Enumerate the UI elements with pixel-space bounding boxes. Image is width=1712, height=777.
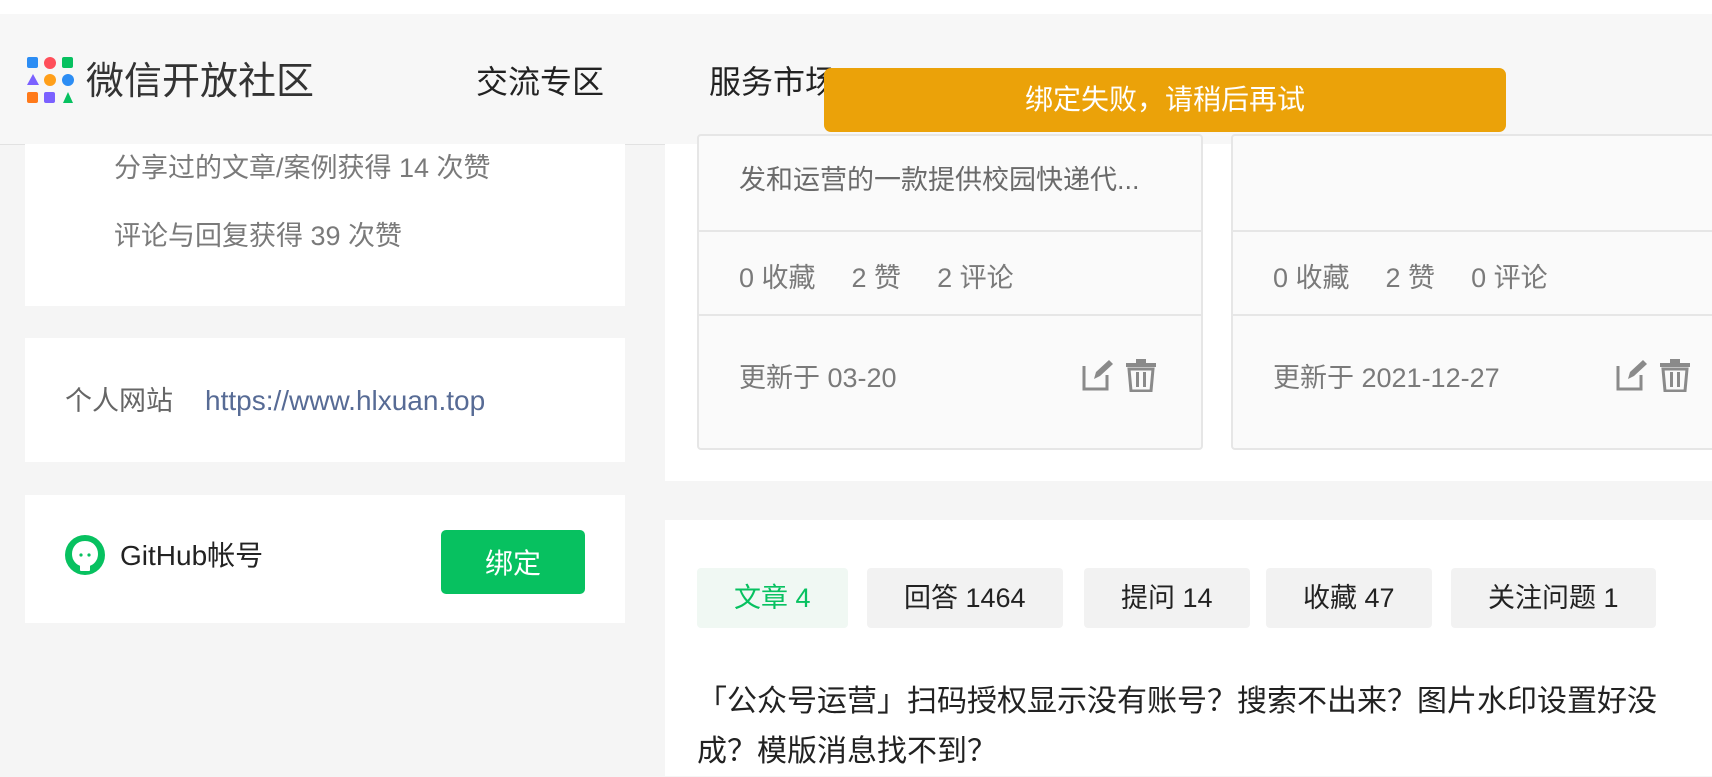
edit-icon[interactable] — [1081, 358, 1113, 392]
article-title-link[interactable]: 「公众号运营」扫码授权显示没有账号？搜索不出来？图片水印设置好没成？模版消息找不… — [697, 677, 1712, 777]
shared-likes-text: 分享过的文章/案例获得 14 次赞 — [114, 153, 491, 183]
browser-top-strip — [0, 0, 1712, 15]
project-stats: 0 收藏 2 赞 2 评论 — [739, 260, 1050, 296]
project-stats: 0 收藏 2 赞 0 评论 — [1273, 260, 1584, 296]
bind-failed-toast: 绑定失败，请稍后再试 — [824, 68, 1506, 132]
project-updated-date: 更新于 2021-12-27 — [1273, 363, 1500, 393]
likes-count: 2 赞 — [851, 263, 902, 293]
nav-item-exchange[interactable]: 交流专区 — [476, 60, 604, 104]
comments-count: 2 评论 — [937, 263, 1014, 293]
projects-panel: 发和运营的一款提供校园快递代... 0 收藏 2 赞2 评论 更新于 03-20 … — [665, 134, 1712, 481]
divider — [1233, 230, 1712, 232]
github-account-label: GitHub帐号 — [120, 540, 264, 571]
comment-likes-text: 评论与回复获得 39 次赞 — [114, 221, 403, 251]
divider — [699, 230, 1201, 232]
tab-answers[interactable]: 回答 1464 — [867, 568, 1063, 628]
tab-articles[interactable]: 文章 4 — [697, 568, 848, 628]
tab-followed-questions[interactable]: 关注问题 1 — [1451, 568, 1656, 628]
personal-site-link[interactable]: https://www.hlxuan.top — [205, 383, 485, 419]
divider — [1233, 314, 1712, 316]
trash-icon[interactable] — [1125, 358, 1157, 392]
bind-github-button[interactable]: 绑定 — [441, 530, 585, 594]
github-icon — [65, 535, 105, 575]
favorites-count: 0 收藏 — [739, 263, 816, 293]
project-card[interactable]: 0 收藏 2 赞 0 评论 更新于 2021-12-27 — [1231, 134, 1712, 450]
edit-icon[interactable] — [1615, 358, 1647, 392]
tab-questions[interactable]: 提问 14 — [1084, 568, 1250, 628]
trash-icon[interactable] — [1659, 358, 1691, 392]
site-brand-name[interactable]: 微信开放社区 — [86, 56, 314, 108]
nav-item-service-market[interactable]: 服务市场 — [709, 60, 837, 104]
project-updated-date: 更新于 03-20 — [739, 363, 897, 393]
tab-favorites[interactable]: 收藏 47 — [1266, 568, 1432, 628]
likes-summary-card: 分享过的文章/案例获得 14 次赞 评论与回复获得 39 次赞 — [25, 144, 625, 306]
comments-count: 0 评论 — [1471, 263, 1548, 293]
project-card[interactable]: 发和运营的一款提供校园快递代... 0 收藏 2 赞 2 评论 更新于 03-20 — [697, 134, 1203, 450]
wechat-open-community-logo[interactable] — [26, 56, 74, 104]
favorites-count: 0 收藏 — [1273, 263, 1350, 293]
divider — [699, 314, 1201, 316]
personal-site-label: 个人网站 — [65, 386, 173, 416]
project-description: 发和运营的一款提供校园快递代... — [739, 165, 1140, 195]
likes-count: 2 赞 — [1385, 263, 1436, 293]
site-header: 微信开放社区 交流专区 服务市场 绑定失败，请稍后再试 — [0, 14, 1712, 145]
